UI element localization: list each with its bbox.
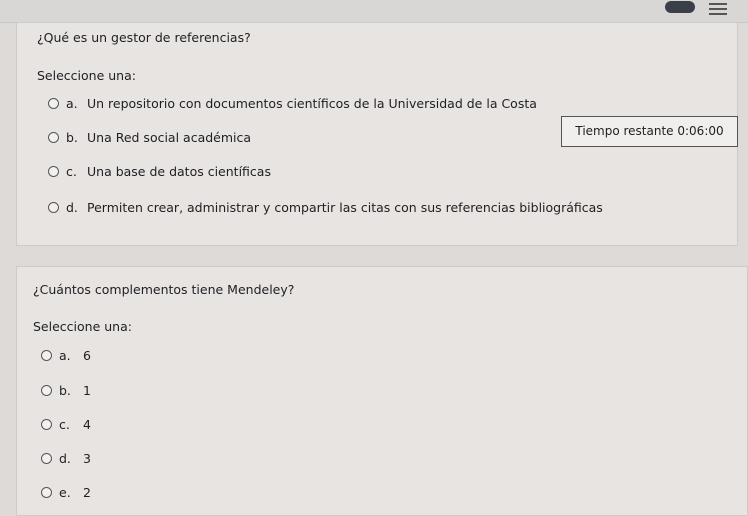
radio-button[interactable] <box>48 98 59 109</box>
time-remaining-box: Tiempo restante 0:06:00 <box>561 116 738 147</box>
radio-button[interactable] <box>41 453 52 464</box>
radio-button[interactable] <box>41 487 52 498</box>
option-letter: a. <box>66 96 78 111</box>
question-1-text: ¿Qué es un gestor de referencias? <box>37 30 251 45</box>
option-label: Permiten crear, administrar y compartir … <box>87 200 603 215</box>
option-letter: b. <box>66 130 78 145</box>
option-letter: a. <box>59 348 71 363</box>
option-label: 2 <box>83 485 91 500</box>
question-card-2 <box>16 266 748 516</box>
user-avatar[interactable] <box>665 1 695 13</box>
option-letter: c. <box>66 164 77 179</box>
option-label: Una Red social académica <box>87 130 252 145</box>
option-letter: d. <box>66 200 78 215</box>
question-1-prompt: Seleccione una: <box>37 68 136 83</box>
radio-button[interactable] <box>48 166 59 177</box>
option-label: Un repositorio con documentos científico… <box>87 96 537 111</box>
option-letter: d. <box>59 451 71 466</box>
option-label: 3 <box>83 451 91 466</box>
question-2-text: ¿Cuántos complementos tiene Mendeley? <box>33 282 295 297</box>
radio-button[interactable] <box>41 385 52 396</box>
option-letter: c. <box>59 417 70 432</box>
question-2-prompt: Seleccione una: <box>33 319 132 334</box>
option-label: 1 <box>83 383 91 398</box>
radio-button[interactable] <box>48 132 59 143</box>
option-label: 6 <box>83 348 91 363</box>
option-letter: b. <box>59 383 71 398</box>
radio-button[interactable] <box>41 419 52 430</box>
option-label: Una base de datos científicas <box>87 164 271 179</box>
option-letter: e. <box>59 485 71 500</box>
option-label: 4 <box>83 417 91 432</box>
radio-button[interactable] <box>48 202 59 213</box>
top-navbar <box>0 0 748 23</box>
hamburger-menu-icon[interactable] <box>709 1 727 15</box>
radio-button[interactable] <box>41 350 52 361</box>
